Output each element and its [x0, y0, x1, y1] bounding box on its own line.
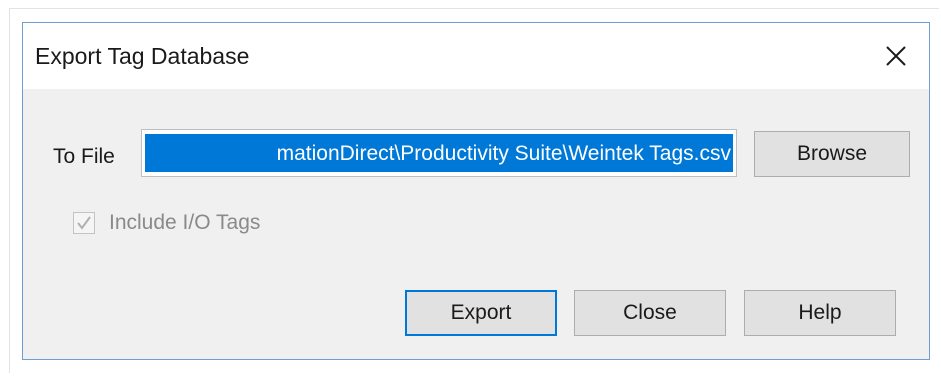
close-icon-glyph [886, 46, 906, 66]
dialog-titlebar: Export Tag Database [23, 23, 929, 89]
close-icon[interactable] [881, 41, 911, 71]
dialog-title: Export Tag Database [35, 43, 250, 69]
include-io-tags-label: Include I/O Tags [109, 211, 261, 234]
browse-button[interactable]: Browse [754, 131, 910, 177]
file-path-value: mationDirect\Productivity Suite\Weintek … [276, 142, 731, 165]
include-io-tags-checkbox[interactable] [73, 212, 95, 234]
help-button[interactable]: Help [744, 290, 896, 336]
background-rule [9, 8, 10, 373]
checkmark-icon [77, 216, 91, 230]
dialog-client-area: To File mationDirect\Productivity Suite\… [23, 89, 929, 359]
export-button[interactable]: Export [405, 290, 557, 336]
to-file-label: To File [53, 145, 115, 168]
export-tag-database-dialog: Export Tag Database To File mationDirect… [22, 22, 930, 360]
selected-text-highlight: mationDirect\Productivity Suite\Weintek … [145, 134, 733, 172]
close-button[interactable]: Close [574, 290, 726, 336]
file-path-input[interactable]: mationDirect\Productivity Suite\Weintek … [141, 129, 737, 177]
background-rule [9, 8, 939, 9]
